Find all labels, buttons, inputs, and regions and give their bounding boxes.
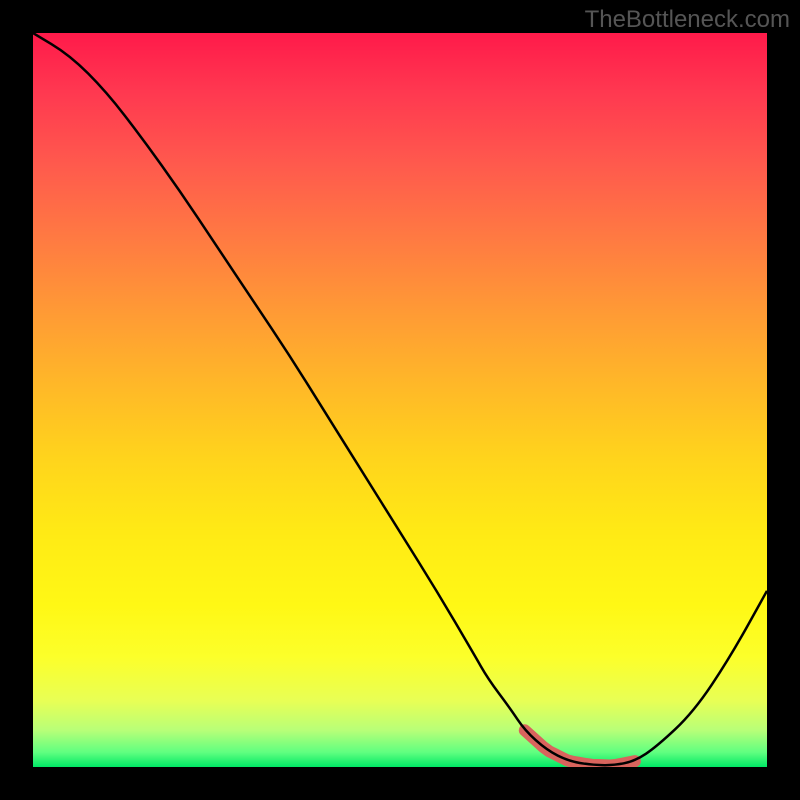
curve-svg (33, 33, 767, 767)
watermark-text: TheBottleneck.com (585, 6, 790, 34)
bottleneck-curve (33, 33, 767, 765)
optimal-highlight (525, 730, 635, 765)
chart-plot-area (33, 33, 767, 767)
